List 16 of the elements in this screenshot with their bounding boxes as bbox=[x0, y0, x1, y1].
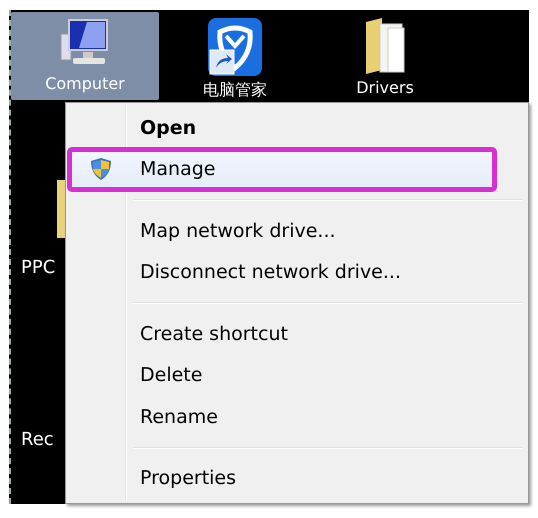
menu-item[interactable]: Properties bbox=[69, 458, 522, 499]
desktop-icon-label: Drivers bbox=[356, 80, 414, 96]
menu-item[interactable]: Manage bbox=[69, 148, 495, 190]
menu-item[interactable]: Create shortcut bbox=[69, 313, 522, 354]
menu-item[interactable]: Map network drive... bbox=[69, 210, 522, 252]
desktop-icon-tile[interactable]: Drivers bbox=[311, 12, 459, 100]
desktop-icon-label: Rec bbox=[20, 430, 54, 450]
menu-item[interactable]: Open bbox=[69, 107, 522, 148]
shield-icon bbox=[90, 157, 112, 182]
menu-item[interactable]: Rename bbox=[69, 396, 522, 438]
desktop-icon-label: PPC bbox=[20, 258, 56, 278]
desktop-icon-label: Computer bbox=[45, 76, 125, 92]
desktop-icon-label: 电脑管家 bbox=[203, 82, 267, 98]
menu-item[interactable]: Delete bbox=[69, 354, 522, 396]
menu-item[interactable]: Disconnect network drive... bbox=[69, 252, 522, 293]
desktop-icon-tile[interactable]: 电脑管家 bbox=[161, 12, 309, 100]
